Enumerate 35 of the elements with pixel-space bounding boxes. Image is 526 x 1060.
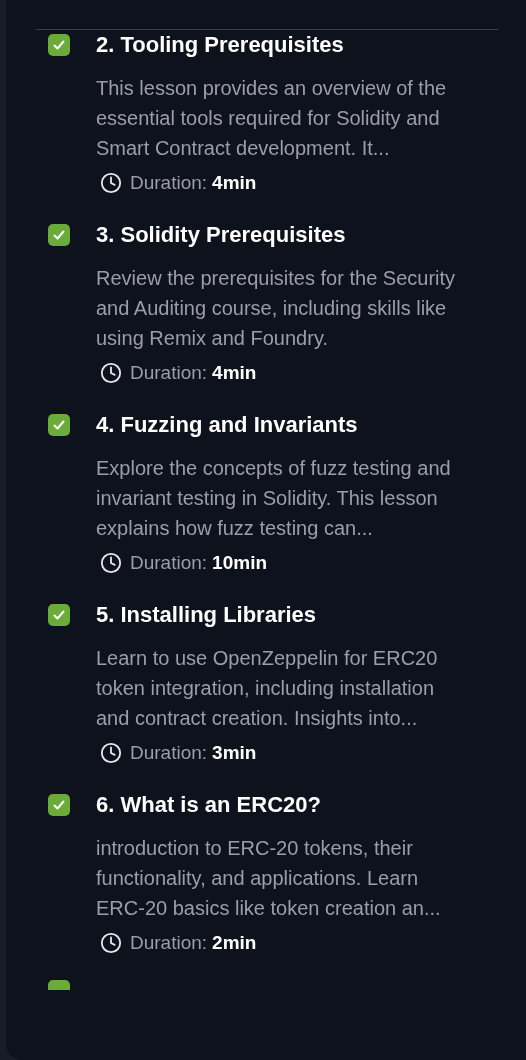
duration-value: 4min <box>212 170 257 195</box>
lesson-title[interactable]: 6. What is an ERC20? <box>96 790 468 820</box>
clock-icon <box>100 742 122 764</box>
lesson-description: Explore the concepts of fuzz testing and invariant testing in Solidity. This lesson explains how fuzz testing can... <box>96 456 452 541</box>
duration-value: 3min <box>212 740 257 765</box>
clock-icon <box>100 172 122 194</box>
lesson-description: introduction to ERC-20 tokens, their functionality, and applications. Learn ERC-20 basics like token creation an... <box>96 836 442 921</box>
duration-label: Duration: <box>130 930 208 955</box>
checkmark-icon <box>52 228 66 242</box>
duration-label: Duration: <box>130 170 208 195</box>
lesson-title[interactable]: 3. Solidity Prerequisites <box>96 220 468 250</box>
checkmark-icon <box>52 798 66 812</box>
duration-value: 2min <box>212 930 257 955</box>
clock-icon <box>100 552 122 574</box>
checkbox[interactable] <box>48 224 70 246</box>
duration-label: Duration: <box>130 550 208 575</box>
lesson-title[interactable]: 5. Installing Libraries <box>96 600 468 630</box>
duration-value: 10min <box>212 550 268 575</box>
lesson-title[interactable]: 2. Tooling Prerequisites <box>96 30 468 60</box>
checkmark-icon <box>52 608 66 622</box>
clock-icon <box>100 932 122 954</box>
lesson-description: Review the prerequisites for the Security and Auditing course, including skills like using Remix and Foundry. <box>96 266 457 351</box>
checkmark-icon <box>52 38 66 52</box>
clock-icon <box>100 362 122 384</box>
lesson-description: This lesson provides an overview of the essential tools required for Solidity and Smart Contract development. It... <box>96 76 448 161</box>
checkbox[interactable] <box>48 414 70 436</box>
duration-label: Duration: <box>130 740 208 765</box>
duration-label: Duration: <box>130 360 208 385</box>
lesson-description: Learn to use OpenZeppelin for ERC20 token integration, including installation and contract creation. Insights into... <box>96 646 439 731</box>
checkmark-icon <box>52 418 66 432</box>
checkbox[interactable] <box>48 34 70 56</box>
lesson-title[interactable]: 4. Fuzzing and Invariants <box>96 410 468 440</box>
duration-value: 4min <box>212 360 257 385</box>
checkbox[interactable] <box>48 794 70 816</box>
checkbox[interactable] <box>48 604 70 626</box>
